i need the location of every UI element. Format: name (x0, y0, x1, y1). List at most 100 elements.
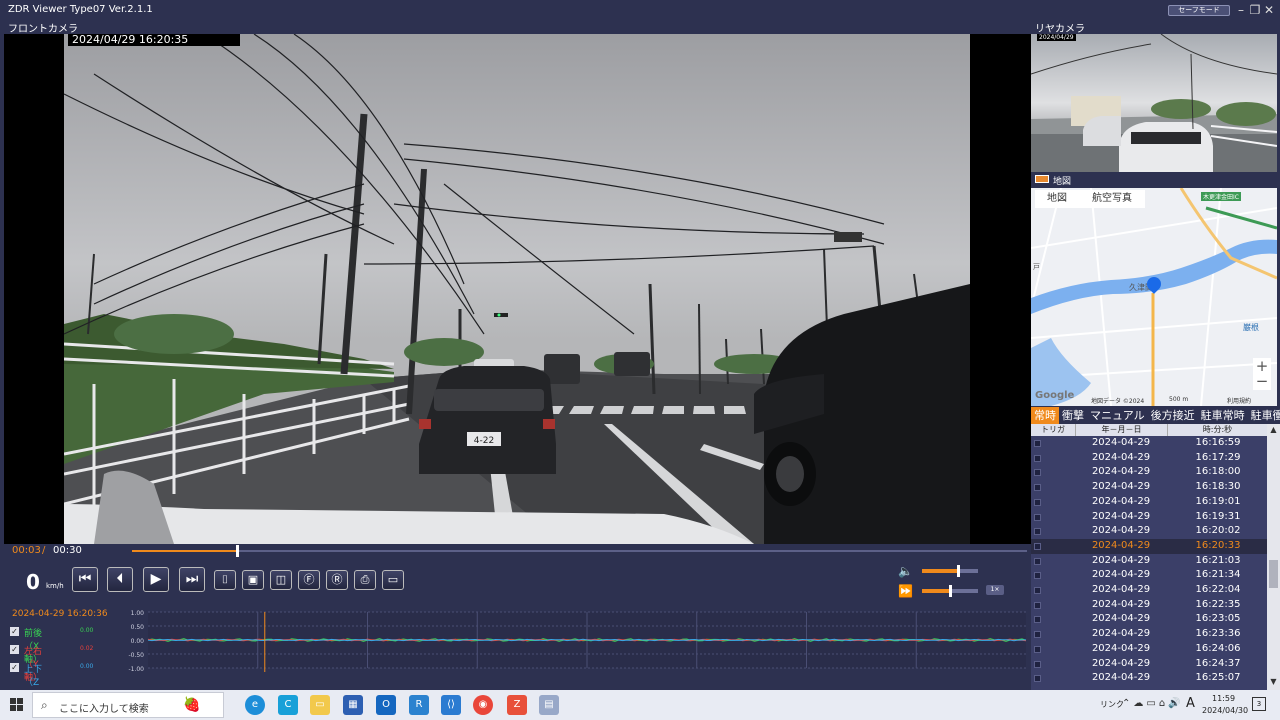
record-row[interactable]: 2024-04-29 16:17:29 (1031, 451, 1267, 466)
record-list-scrollbar[interactable]: ▲ ▼ (1267, 424, 1280, 690)
row-checkbox-icon[interactable] (1034, 631, 1041, 639)
rear-view-r-icon[interactable]: Ⓡ (326, 570, 348, 590)
record-tab-0[interactable]: 常時 (1031, 407, 1059, 424)
record-tab-1[interactable]: 衝撃 (1059, 407, 1087, 424)
volume-slider-handle[interactable] (956, 565, 960, 577)
row-checkbox-icon[interactable] (1034, 645, 1041, 653)
notification-icon[interactable]: 3 (1252, 697, 1266, 711)
record-row[interactable]: 2024-04-29 16:23:05 (1031, 612, 1267, 627)
row-checkbox-icon[interactable] (1034, 616, 1041, 624)
row-time: 16:23:36 (1195, 628, 1241, 640)
outlook-icon[interactable]: O (376, 695, 396, 715)
playback-speed-slider-handle[interactable] (949, 585, 952, 597)
record-row[interactable]: 2024-04-29 16:19:01 (1031, 495, 1267, 510)
row-checkbox-icon[interactable] (1034, 542, 1041, 550)
row-checkbox-icon[interactable] (1034, 660, 1041, 668)
restore-icon[interactable]: ❐ (1248, 2, 1262, 18)
record-row[interactable]: 2024-04-29 16:18:00 (1031, 465, 1267, 480)
record-row[interactable]: 2024-04-29 16:22:04 (1031, 583, 1267, 598)
safe-mode-button[interactable]: セーフモード (1168, 5, 1230, 16)
seek-bar[interactable] (132, 545, 1027, 557)
seek-bar-handle[interactable] (235, 545, 239, 557)
close-icon[interactable]: ✕ (1262, 2, 1276, 18)
checkbox-icon[interactable]: ✓ (10, 663, 19, 672)
file-explorer-icon[interactable]: ▭ (310, 695, 330, 715)
minimize-icon[interactable]: – (1234, 2, 1248, 18)
clock-time[interactable]: 11:59 (1212, 694, 1235, 703)
record-row[interactable]: 2024-04-29 16:18:30 (1031, 480, 1267, 495)
row-checkbox-icon[interactable] (1034, 572, 1041, 580)
row-checkbox-icon[interactable] (1034, 528, 1041, 536)
record-row[interactable]: 2024-04-29 16:24:06 (1031, 642, 1267, 657)
total-time: 00:30 (53, 545, 82, 556)
record-row[interactable]: 2024-04-29 16:24:37 (1031, 657, 1267, 672)
front-view-f-icon[interactable]: Ⓕ (298, 570, 320, 590)
playback-speed-slider[interactable] (922, 585, 978, 597)
g-sensor-chart[interactable]: 1.00 0.50 0.00 -0.50 -1.00 (114, 608, 1030, 678)
checkbox-icon[interactable]: ✓ (10, 627, 19, 636)
tray-link-label[interactable]: リンク (1100, 699, 1124, 710)
folder-icon[interactable]: ▭ (382, 570, 404, 590)
record-tab-3[interactable]: 後方接近 (1148, 407, 1198, 424)
map-toggle-icon[interactable] (1035, 175, 1049, 183)
ime-indicator[interactable]: A (1186, 696, 1195, 711)
row-checkbox-icon[interactable] (1034, 484, 1041, 492)
checkbox-icon[interactable]: ✓ (10, 645, 19, 654)
record-row[interactable]: 2024-04-29 16:23:36 (1031, 627, 1267, 642)
row-time: 16:16:59 (1195, 437, 1241, 448)
record-row[interactable]: 2024-04-29 16:16:59 (1031, 436, 1267, 451)
volume-slider[interactable] (922, 565, 978, 577)
edge-alt-icon[interactable]: C (278, 695, 298, 715)
row-checkbox-icon[interactable] (1034, 601, 1041, 609)
video-export-icon[interactable]: ▣ (242, 570, 264, 590)
row-checkbox-icon[interactable] (1034, 513, 1041, 521)
zdr-viewer-icon[interactable]: Z (507, 695, 527, 715)
scroll-thumb[interactable] (1269, 560, 1278, 588)
record-row[interactable]: 2024-04-29 16:20:02 (1031, 524, 1267, 539)
step-back-icon[interactable]: ⏴ (107, 567, 133, 592)
record-row[interactable]: 2024-04-29 16:20:33 (1031, 538, 1267, 554)
app-title: ZDR Viewer Type07 Ver.2.1.1 (8, 4, 153, 15)
row-checkbox-icon[interactable] (1034, 454, 1041, 462)
row-checkbox-icon[interactable] (1034, 498, 1041, 506)
clock-date[interactable]: 2024/04/30 (1202, 706, 1248, 715)
record-row[interactable]: 2024-04-29 16:19:31 (1031, 510, 1267, 525)
row-checkbox-icon[interactable] (1034, 440, 1041, 447)
zoom-out-button[interactable]: − (1253, 374, 1271, 390)
record-row[interactable]: 2024-04-29 16:21:03 (1031, 554, 1267, 569)
vscode-icon[interactable]: ⟨⟩ (441, 695, 461, 715)
record-tab-5[interactable]: 駐車衝撃 (1248, 407, 1280, 424)
play-icon[interactable]: ▶ (143, 567, 169, 592)
record-row[interactable]: 2024-04-29 16:22:35 (1031, 598, 1267, 613)
row-checkbox-icon[interactable] (1034, 469, 1041, 477)
print-icon[interactable]: ⎙ (354, 570, 376, 590)
record-tab-4[interactable]: 駐車常時 (1198, 407, 1248, 424)
chrome-icon[interactable]: ◉ (473, 695, 493, 715)
remote-app-icon[interactable]: R (409, 695, 429, 715)
taskbar-search-placeholder: ここに入力して検索 (59, 704, 149, 715)
skip-previous-file-icon[interactable]: ⏮ (72, 567, 98, 592)
scroll-down-icon[interactable]: ▼ (1267, 676, 1280, 688)
record-row[interactable]: 2024-04-29 16:25:07 (1031, 671, 1267, 686)
rear-camera-video[interactable]: 2024/04/29 (1031, 34, 1277, 172)
row-checkbox-icon[interactable] (1034, 675, 1041, 683)
record-tab-2[interactable]: マニュアル (1087, 407, 1148, 424)
row-checkbox-icon[interactable] (1034, 557, 1041, 565)
windows-start-icon[interactable] (10, 698, 24, 712)
map-tab-map[interactable]: 地図 (1035, 190, 1079, 208)
taskbar-search-box[interactable]: ⌕ ここに入力して検索 🍓 (32, 692, 224, 718)
snapshot-camera-icon[interactable]: ⌷ (214, 570, 236, 590)
front-camera-video[interactable]: 4-22 2024/04/29 16:20:35 (4, 34, 1031, 544)
row-checkbox-icon[interactable] (1034, 587, 1041, 594)
photos-icon[interactable]: ▤ (539, 695, 559, 715)
map-terms-link[interactable]: 利用規約 (1227, 396, 1251, 405)
window-mode-icon[interactable]: ◫ (270, 570, 292, 590)
skip-next-file-icon[interactable]: ⏭ (179, 567, 205, 592)
map-tab-aerial[interactable]: 航空写真 (1079, 190, 1145, 208)
edge-icon[interactable]: e (245, 695, 265, 715)
tray-icons[interactable]: ⌃☁▭⌂🔊 (1122, 698, 1184, 709)
scroll-up-icon[interactable]: ▲ (1267, 424, 1280, 436)
map-view[interactable]: 地図 航空写真 木更津金田IC 戸 久津間 巌根 + − Google 地図デー… (1031, 188, 1277, 406)
record-row[interactable]: 2024-04-29 16:21:34 (1031, 568, 1267, 583)
store-icon[interactable]: ▦ (343, 695, 363, 715)
